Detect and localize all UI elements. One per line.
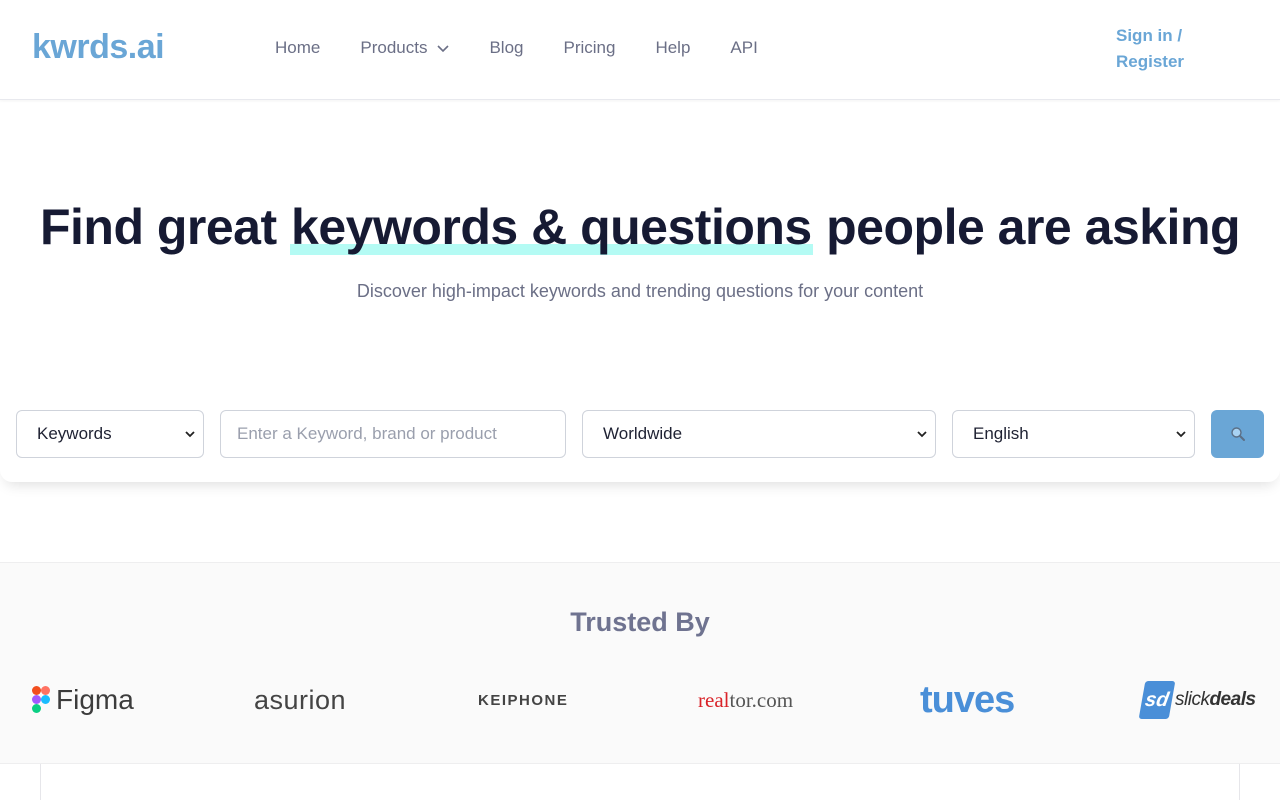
signin-register-link[interactable]: Sign in / Register bbox=[1116, 23, 1196, 75]
location-value: Worldwide bbox=[603, 424, 683, 443]
hero-title-highlight: keywords & questions bbox=[290, 199, 813, 255]
hero-title: Find great keywords & questions people a… bbox=[0, 198, 1280, 256]
figma-logo: Figma bbox=[32, 678, 134, 722]
realtor-logo-rest: tor.com bbox=[729, 687, 794, 712]
trusted-title: Trusted By bbox=[570, 607, 710, 637]
keyword-input[interactable]: Enter a Keyword, brand or product bbox=[220, 410, 566, 458]
nav-products[interactable]: Products bbox=[360, 38, 450, 58]
language-select[interactable]: English bbox=[952, 410, 1195, 458]
nav-api-label: API bbox=[730, 38, 758, 57]
search-type-value: Keywords bbox=[37, 424, 112, 443]
nav-blog-label: Blog bbox=[489, 38, 524, 57]
hero-title-start: Find great bbox=[39, 199, 291, 255]
divider bbox=[40, 764, 41, 800]
language-value: English bbox=[973, 424, 1029, 443]
figma-logo-text: Figma bbox=[56, 684, 134, 715]
divider bbox=[1239, 764, 1240, 800]
nav-pricing-label: Pricing bbox=[563, 38, 616, 57]
nav-help-label: Help bbox=[655, 38, 691, 57]
trusted-by-section: Trusted By Figma asurion KEIPHONE real to… bbox=[0, 562, 1280, 764]
slickdeals-badge: sd bbox=[1138, 681, 1176, 719]
nav-api[interactable]: API bbox=[730, 38, 757, 58]
chevron-down-icon bbox=[917, 431, 927, 438]
nav-home[interactable]: Home bbox=[275, 38, 320, 58]
slickdeals-logo-text: slickdeals bbox=[1175, 689, 1256, 711]
nav-pricing[interactable]: Pricing bbox=[563, 38, 615, 58]
keiphone-logo: KEIPHONE bbox=[478, 691, 569, 709]
hero-title-end: people are asking bbox=[812, 199, 1241, 255]
nav-home-label: Home bbox=[275, 38, 321, 57]
realtor-logo: real tor.com bbox=[698, 678, 793, 722]
nav-products-label: Products bbox=[360, 38, 428, 57]
keyword-input-placeholder: Enter a Keyword, brand or product bbox=[237, 424, 497, 443]
magnifier-icon bbox=[1230, 427, 1245, 441]
search-panel: Keywords Enter a Keyword, brand or produ… bbox=[0, 392, 1280, 482]
hero-subtitle: Discover high-impact keywords and trendi… bbox=[356, 281, 924, 301]
search-button[interactable] bbox=[1211, 410, 1264, 458]
nav-help[interactable]: Help bbox=[655, 38, 690, 58]
figma-icon bbox=[32, 686, 50, 713]
realtor-logo-red: real bbox=[698, 687, 730, 712]
main-nav: Home Products Blog Pricing Help API bbox=[275, 38, 798, 58]
slickdeals-text-b: deals bbox=[1209, 689, 1256, 710]
chevron-down-icon bbox=[1176, 431, 1186, 438]
chevron-down-icon bbox=[437, 45, 450, 53]
site-header: kwrds.ai Home Products Blog Pricing Help… bbox=[0, 0, 1280, 100]
chevron-down-icon bbox=[185, 431, 195, 438]
location-select[interactable]: Worldwide bbox=[582, 410, 936, 458]
nav-blog[interactable]: Blog bbox=[489, 38, 523, 58]
slickdeals-text-a: slick bbox=[1175, 689, 1210, 710]
site-logo[interactable]: kwrds.ai bbox=[32, 28, 165, 67]
search-type-select[interactable]: Keywords bbox=[16, 410, 204, 458]
asurion-logo: asurion bbox=[254, 684, 347, 715]
slickdeals-logo: sd slickdeals bbox=[1138, 678, 1256, 722]
tuves-logo: tuves bbox=[920, 678, 1015, 721]
